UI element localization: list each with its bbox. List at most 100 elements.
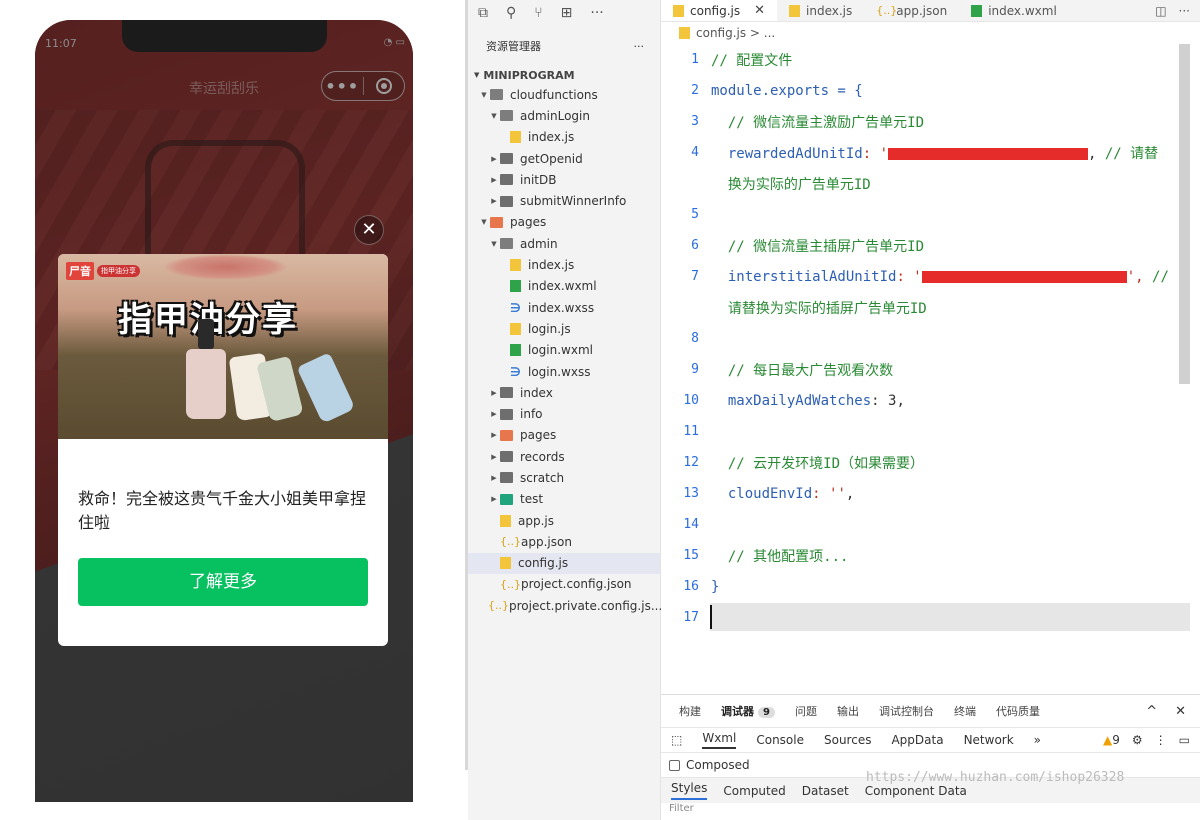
- close-panel-icon[interactable]: ✕: [1175, 704, 1186, 719]
- more-icon[interactable]: ···: [590, 5, 603, 21]
- code-line[interactable]: 换为实际的广告单元ID: [661, 168, 1200, 199]
- devtools-tab[interactable]: Sources: [824, 733, 871, 747]
- devtools-tab[interactable]: »: [1034, 733, 1041, 747]
- filter-input[interactable]: Filter: [661, 803, 1200, 817]
- devtools-tab[interactable]: Console: [756, 733, 804, 747]
- panel-tab[interactable]: 问题: [795, 703, 817, 719]
- search-icon[interactable]: ⚲: [506, 5, 516, 21]
- inspect-icon[interactable]: ⬚: [671, 733, 682, 747]
- code-line[interactable]: 9 // 每日最大广告观看次数: [661, 354, 1200, 385]
- tree-item[interactable]: {..} app.json: [468, 531, 660, 552]
- wxss-file-icon: ∋: [510, 300, 521, 315]
- split-editor-icon[interactable]: ◫: [1155, 4, 1166, 18]
- code-line[interactable]: 17: [661, 602, 1200, 633]
- tree-item[interactable]: login.js: [468, 318, 660, 339]
- tree-item[interactable]: ▶ initDB: [468, 169, 660, 190]
- style-tab[interactable]: Styles: [671, 781, 708, 800]
- code-line[interactable]: 13 cloudEnvId: '',: [661, 478, 1200, 509]
- composed-checkbox[interactable]: [669, 759, 680, 771]
- devtools-tab[interactable]: AppData: [891, 733, 943, 747]
- ad-close-button[interactable]: ✕: [354, 215, 384, 245]
- code-line[interactable]: 12 // 云开发环境ID（如果需要）: [661, 447, 1200, 478]
- tree-item[interactable]: ▶ records: [468, 446, 660, 467]
- tree-item[interactable]: {..} project.private.config.js...: [468, 595, 662, 616]
- style-tab[interactable]: Dataset: [802, 784, 849, 798]
- panel-tab[interactable]: 调试器 9: [721, 703, 775, 719]
- code-line[interactable]: 11: [661, 416, 1200, 447]
- tab-app-json[interactable]: {..} app.json: [864, 0, 959, 21]
- devtools-tab[interactable]: Network: [964, 733, 1014, 747]
- devtools-tab[interactable]: Wxml: [702, 731, 737, 749]
- code-line[interactable]: 请替换为实际的插屏广告单元ID: [661, 292, 1200, 323]
- panel-tab[interactable]: 构建: [679, 703, 701, 719]
- root-folder[interactable]: ▼ MINIPROGRAM: [468, 66, 660, 84]
- tree-item[interactable]: ▼ adminLogin: [468, 105, 660, 126]
- learn-more-button[interactable]: 了解更多: [78, 558, 368, 606]
- chevron-up-icon[interactable]: ^: [1146, 704, 1157, 719]
- close-icon[interactable]: ✕: [754, 3, 765, 18]
- code-line[interactable]: 16}: [661, 571, 1200, 602]
- kebab-menu-icon[interactable]: ⋮: [1155, 733, 1167, 747]
- chevron-down-icon: ▼: [474, 71, 480, 79]
- code-line[interactable]: 8: [661, 323, 1200, 354]
- tree-item[interactable]: config.js: [468, 552, 660, 574]
- editor-scrollbar[interactable]: [1179, 44, 1190, 384]
- tab-index-js[interactable]: index.js: [777, 0, 864, 21]
- panel-tab[interactable]: 调试控制台: [879, 703, 934, 719]
- tree-item[interactable]: ▶ info: [468, 403, 660, 424]
- tree-item[interactable]: ∋ index.wxss: [468, 297, 660, 318]
- tree-item[interactable]: app.js: [468, 510, 660, 531]
- tree-item[interactable]: ▶ test: [468, 489, 660, 510]
- ad-image[interactable]: 尸音 指甲油分享 指甲油分享: [58, 254, 388, 439]
- redacted-value: [888, 147, 1089, 160]
- tree-item[interactable]: index.js: [468, 254, 660, 275]
- tree-item[interactable]: ▼ admin: [468, 233, 660, 254]
- tree-item-label: pages: [510, 215, 547, 230]
- code-line[interactable]: 2 module.exports = {: [661, 75, 1200, 106]
- code-text: rewardedAdUnitId: ', // 请替: [711, 143, 1158, 163]
- tree-item[interactable]: ▶ getOpenid: [468, 148, 660, 169]
- composed-label: Composed: [686, 758, 750, 772]
- interstitial-ad-card[interactable]: 尸音 指甲油分享 指甲油分享 救命！完全被这贵气千金大小姐美甲拿捏住啦 了解更多: [58, 254, 388, 646]
- tab-config-js[interactable]: config.js ✕: [661, 0, 778, 21]
- style-tab[interactable]: Component Data: [865, 784, 967, 798]
- code-line[interactable]: 7 interstitialAdUnitId: ' ', //: [661, 261, 1200, 292]
- code-line[interactable]: 14: [661, 509, 1200, 540]
- panel-tab[interactable]: 终端: [954, 703, 976, 719]
- code-line[interactable]: 3 // 微信流量主激励广告单元ID: [661, 106, 1200, 137]
- line-number: 1: [691, 52, 699, 67]
- style-tab[interactable]: Computed: [723, 784, 785, 798]
- tree-item[interactable]: ▼ pages: [468, 212, 660, 233]
- breadcrumb-path[interactable]: config.js > ...: [696, 26, 775, 40]
- tree-item[interactable]: ▶ submitWinnerInfo: [468, 190, 660, 211]
- source-control-icon[interactable]: ⑂: [534, 5, 542, 21]
- code-line[interactable]: 10 maxDailyAdWatches: 3,: [661, 385, 1200, 416]
- explorer-more-button[interactable]: ···: [634, 40, 645, 53]
- code-line[interactable]: 15 // 其他配置项...: [661, 540, 1200, 571]
- dock-icon[interactable]: ▭: [1179, 733, 1190, 747]
- tree-item[interactable]: login.wxml: [468, 340, 660, 361]
- code-line[interactable]: 5: [661, 199, 1200, 230]
- tree-item[interactable]: index.js: [468, 127, 660, 148]
- tree-item[interactable]: ▶ scratch: [468, 467, 660, 488]
- tree-item-label: index: [520, 385, 553, 400]
- tree-item[interactable]: ▶ index: [468, 382, 660, 403]
- code-line[interactable]: 4 rewardedAdUnitId: ', // 请替: [661, 137, 1200, 168]
- code-token: ,: [845, 485, 855, 502]
- tree-item[interactable]: {..} project.config.json: [468, 574, 660, 595]
- more-actions-icon[interactable]: ···: [1179, 4, 1190, 18]
- json-file-icon: {..}: [500, 535, 521, 549]
- gear-icon[interactable]: ⚙: [1132, 733, 1143, 747]
- files-icon[interactable]: ⧉: [478, 5, 488, 21]
- panel-tab[interactable]: 代码质量: [996, 703, 1040, 719]
- tree-item[interactable]: ▼ cloudfunctions: [468, 84, 660, 105]
- tree-item[interactable]: ∋ login.wxss: [468, 361, 660, 382]
- extensions-icon[interactable]: ⊞: [561, 5, 573, 21]
- code-line[interactable]: 1 // 配置文件: [661, 44, 1200, 75]
- tab-index-wxml[interactable]: index.wxml: [959, 0, 1069, 21]
- panel-tab[interactable]: 输出: [837, 703, 859, 719]
- tree-item[interactable]: index.wxml: [468, 276, 660, 297]
- warning-count[interactable]: ▲9: [1103, 733, 1120, 747]
- code-line[interactable]: 6 // 微信流量主插屏广告单元ID: [661, 230, 1200, 261]
- tree-item[interactable]: ▶ pages: [468, 425, 660, 446]
